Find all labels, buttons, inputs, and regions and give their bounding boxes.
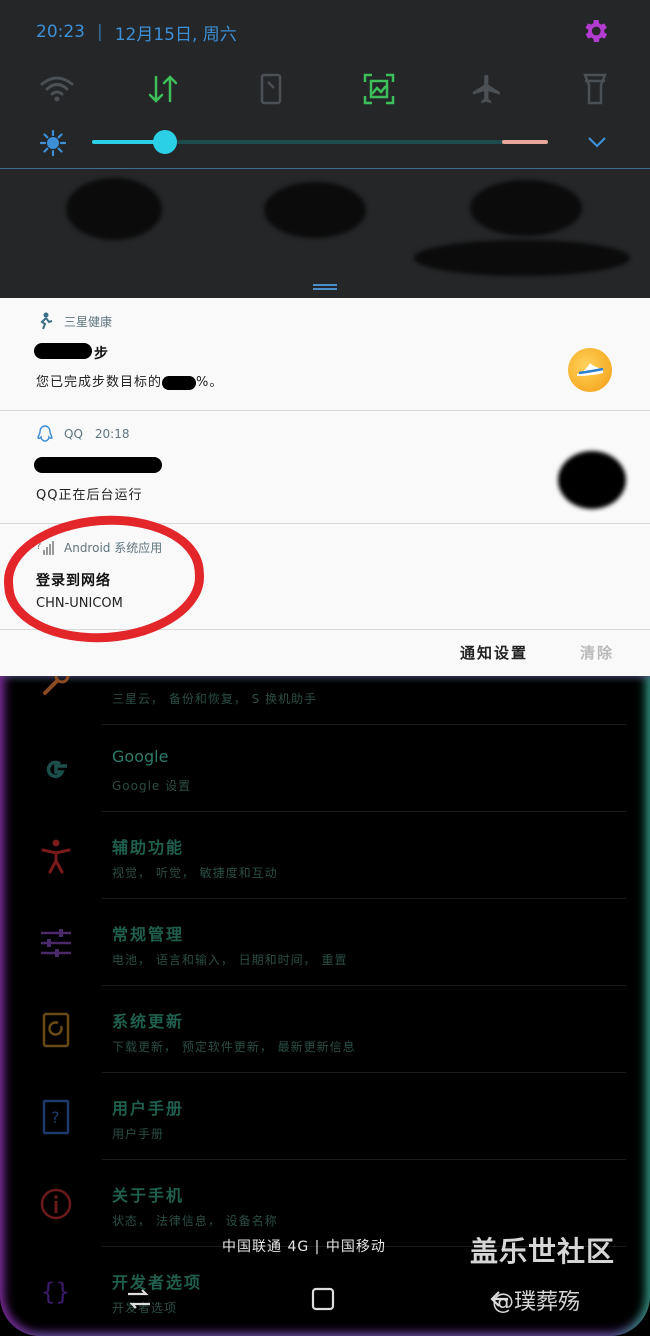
settings-item-title: 用户手册 — [112, 1099, 185, 1118]
back-arrow-icon[interactable] — [488, 1284, 512, 1314]
redacted-blob — [470, 180, 582, 236]
notification-text-suffix: %。 — [196, 375, 224, 390]
notification-text-prefix: 您已完成步数目标的 — [36, 375, 163, 390]
brightness-high-zone — [502, 140, 548, 144]
settings-item-subtitle: 三星云， 备份和恢复， S 换机助手 — [112, 692, 318, 706]
settings-item-google[interactable]: Google Google 设置 — [0, 725, 650, 812]
notification-app-name: QQ — [64, 427, 83, 441]
info-icon — [36, 1184, 76, 1224]
auto-rotate-icon[interactable] — [248, 66, 294, 112]
settings-item-subtitle: Google 设置 — [112, 779, 192, 793]
notification-app-name: 三星健康 — [64, 314, 113, 329]
settings-item-subtitle: 下载更新， 预定软件更新， 最新更新信息 — [112, 1040, 356, 1054]
settings-gear-icon[interactable] — [580, 16, 610, 46]
svg-text:?: ? — [51, 1108, 60, 1127]
home-button-icon[interactable] — [308, 1284, 338, 1314]
settings-item-subtitle: 用户手册 — [112, 1127, 165, 1141]
redacted-percent — [162, 375, 197, 390]
settings-item-title: 辅助功能 — [112, 838, 185, 857]
redacted-blob — [264, 182, 366, 238]
redacted-avatar — [558, 451, 626, 509]
quick-panel: 20:23 | 12月15日, 周六 — [0, 0, 650, 298]
notification-text: 您已完成步数目标的 %。 — [36, 371, 223, 390]
samsung-health-icon — [36, 312, 54, 330]
redacted-blob — [414, 240, 630, 276]
airplane-mode-icon[interactable] — [464, 66, 510, 112]
notification-app-row: QQ 20:18 — [36, 425, 129, 443]
watermark-title: 盖乐世社区 — [470, 1235, 616, 1268]
notification-list: 三星健康 步 您已完成步数目标的%。 QQ 20:18 QQ正在后台运行 ? A… — [0, 298, 650, 676]
settings-item-title: 关于手机 — [112, 1186, 185, 1205]
settings-item-cloud[interactable]: 三星云， 备份和恢复， S 换机助手 — [0, 676, 650, 725]
running-shoe-icon — [568, 348, 612, 392]
clear-button[interactable]: 清除 — [580, 642, 614, 663]
brightness-thumb[interactable] — [152, 130, 177, 154]
sliders-icon — [36, 923, 76, 963]
settings-item-title: 常规管理 — [112, 925, 185, 944]
settings-item-user-manual[interactable]: ? 用户手册 用户手册 — [0, 1073, 650, 1160]
quick-toggles — [30, 66, 620, 112]
notification-text: QQ正在后台运行 — [36, 488, 143, 503]
flashlight-icon[interactable] — [572, 66, 618, 112]
svg-text:{}: {} — [41, 1278, 70, 1306]
redacted-step-count — [34, 343, 92, 359]
settings-item-general-management[interactable]: 常规管理 电池， 语言和输入， 日期和时间， 重置 — [0, 899, 650, 986]
settings-item-title: 系统更新 — [112, 1012, 185, 1031]
recent-apps-icon[interactable] — [124, 1284, 154, 1314]
notification-title: 步 — [94, 346, 109, 362]
settings-item-subtitle: 视觉， 听觉， 敏捷度和互动 — [112, 866, 278, 880]
manual-icon: ? — [36, 1097, 76, 1137]
brightness-row — [0, 126, 650, 158]
developer-options-icon: {} — [36, 1271, 76, 1311]
quick-panel-divider — [0, 168, 650, 169]
settings-item-software-update[interactable]: 系统更新 下载更新， 预定软件更新， 最新更新信息 — [0, 986, 650, 1073]
settings-item-subtitle: 电池， 语言和输入， 日期和时间， 重置 — [112, 953, 348, 967]
status-bar: 20:23 | 12月15日, 周六 — [36, 20, 237, 45]
qq-penguin-icon — [36, 425, 54, 443]
wrench-icon — [36, 676, 76, 702]
brightness-sun-icon — [40, 130, 66, 156]
notification-settings-button[interactable]: 通知设置 — [460, 642, 528, 663]
notification-app-row: 三星健康 — [36, 312, 112, 330]
settings-item-subtitle: 状态， 法律信息， 设备名称 — [112, 1214, 278, 1228]
screenshot-icon[interactable] — [356, 66, 402, 112]
google-icon — [36, 749, 76, 789]
status-date: 12月15日, 周六 — [114, 24, 237, 45]
carrier-text: 中国联通 4G | 中国移动 — [222, 1239, 386, 1255]
redacted-notification-title — [34, 457, 162, 473]
notification-samsung-health[interactable]: 三星健康 步 您已完成步数目标的 %。 — [0, 298, 650, 411]
notification-time: 20:18 — [94, 427, 130, 441]
redacted-blob — [66, 178, 162, 240]
software-update-icon — [36, 1010, 76, 1050]
settings-item-title: Google — [112, 747, 169, 766]
wifi-icon[interactable] — [34, 66, 80, 112]
accessibility-icon — [36, 836, 76, 876]
settings-item-accessibility[interactable]: 辅助功能 视觉， 听觉， 敏捷度和互动 — [0, 812, 650, 899]
chevron-down-icon[interactable] — [586, 134, 608, 150]
status-separator: | — [97, 22, 103, 42]
mobile-data-icon[interactable] — [140, 66, 186, 112]
status-time: 20:23 — [36, 22, 85, 42]
notification-qq[interactable]: QQ 20:18 QQ正在后台运行 — [0, 411, 650, 524]
notification-actions: 通知设置 清除 — [0, 630, 650, 676]
panel-drag-handle[interactable] — [313, 284, 337, 290]
